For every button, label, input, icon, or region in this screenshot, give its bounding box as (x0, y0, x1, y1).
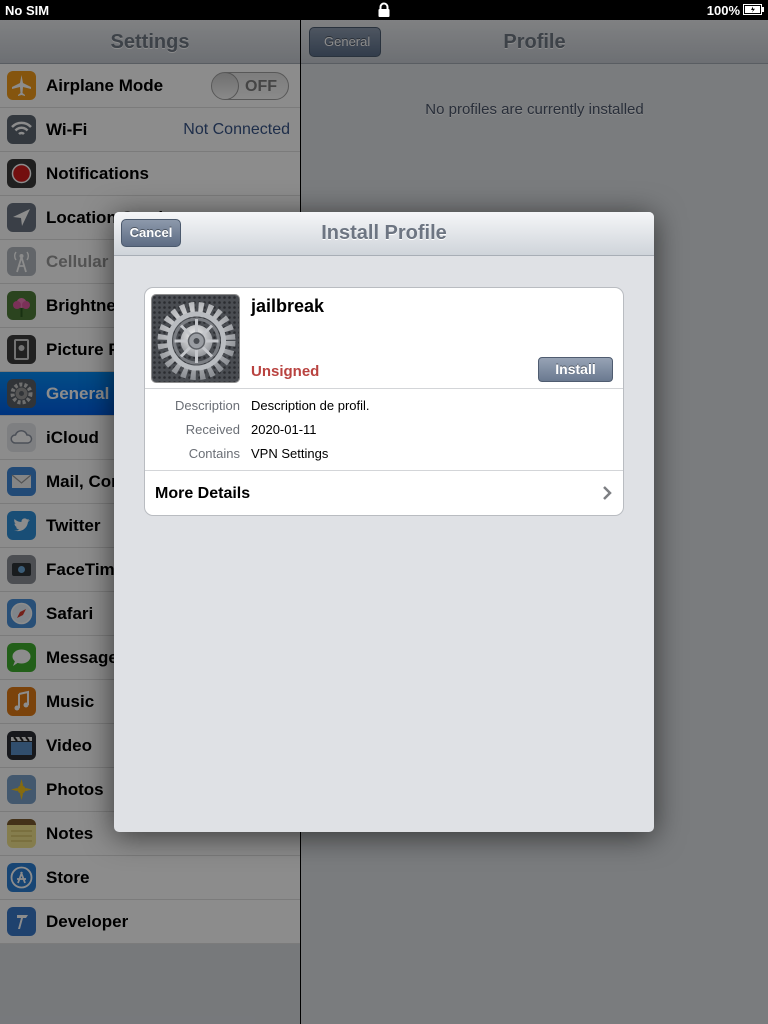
chevron-right-icon (603, 486, 612, 500)
battery-icon (743, 4, 764, 15)
description-row: Description Description de profil. (145, 398, 623, 422)
install-profile-modal: Cancel Install Profile jailbreak Unsigne… (114, 212, 654, 832)
more-details-row[interactable]: More Details (145, 471, 623, 515)
contains-row: Contains VPN Settings (145, 446, 623, 470)
signature-status: Unsigned (251, 363, 320, 380)
status-bar: No SIM 100% (0, 0, 768, 20)
contains-key: Contains (188, 446, 240, 461)
received-value: 2020-01-11 (251, 422, 317, 437)
profile-header: jailbreak Unsigned Install (145, 288, 623, 389)
modal-navbar: Cancel Install Profile (114, 212, 654, 256)
received-key: Received (185, 422, 240, 437)
received-row: Received 2020-01-11 (145, 422, 623, 446)
contains-value: VPN Settings (251, 446, 329, 461)
description-value: Description de profil. (251, 398, 370, 413)
profile-name: jailbreak (251, 296, 325, 316)
profile-info: Description Description de profil. Recei… (145, 389, 623, 471)
battery-percent: 100% (706, 3, 740, 18)
lock-icon (378, 2, 390, 17)
description-key: Description (174, 398, 240, 413)
settings-gear-icon (151, 294, 240, 383)
install-button[interactable]: Install (538, 357, 613, 382)
carrier-label: No SIM (5, 3, 50, 18)
profile-card: jailbreak Unsigned Install Description D… (144, 287, 624, 516)
modal-title: Install Profile (321, 222, 447, 244)
more-details-label: More Details (155, 485, 251, 502)
